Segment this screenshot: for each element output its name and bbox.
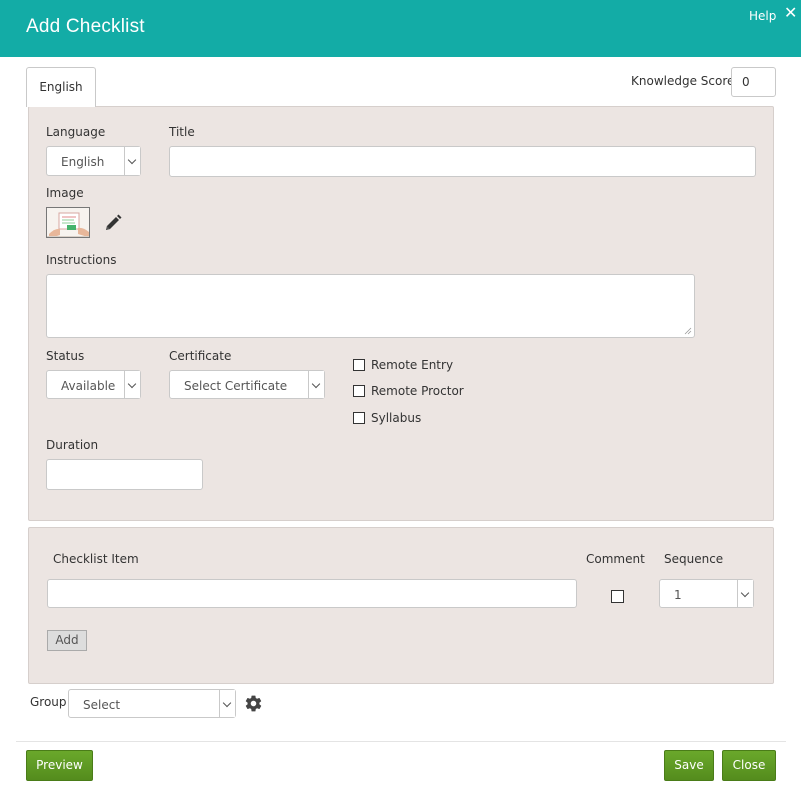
language-label: Language — [46, 125, 106, 139]
title-label: Title — [169, 125, 195, 139]
certificate-value: Select Certificate — [184, 379, 288, 393]
language-value: English — [61, 155, 105, 169]
add-item-button[interactable]: Add — [47, 630, 87, 651]
status-label: Status — [46, 349, 85, 363]
chevron-down-icon — [219, 690, 235, 717]
syllabus-label: Syllabus — [371, 411, 422, 425]
image-label: Image — [46, 186, 84, 200]
checklist-item-header: Checklist Item — [53, 552, 139, 566]
dialog-title: Add Checklist — [26, 16, 145, 37]
tab-english[interactable]: English — [26, 67, 96, 107]
close-icon[interactable]: ✕ — [784, 4, 797, 22]
remote-entry-checkbox[interactable] — [353, 359, 365, 371]
chevron-down-icon — [124, 147, 140, 175]
checklist-item-input[interactable] — [47, 579, 577, 608]
group-label: Group — [30, 695, 67, 709]
knowledge-score-input[interactable] — [731, 67, 776, 97]
checklist-image-thumbnail[interactable] — [46, 207, 90, 238]
remote-entry-label: Remote Entry — [371, 358, 454, 372]
remote-proctor-label: Remote Proctor — [371, 384, 464, 398]
gear-icon[interactable] — [244, 694, 263, 713]
language-select[interactable]: English — [46, 146, 141, 176]
instructions-label: Instructions — [46, 253, 117, 267]
sequence-select[interactable]: 1 — [659, 579, 754, 608]
chevron-down-icon — [308, 371, 324, 398]
comment-header: Comment — [586, 552, 645, 566]
save-button[interactable]: Save — [664, 750, 714, 781]
preview-button[interactable]: Preview — [26, 750, 93, 781]
group-select[interactable]: Select — [68, 689, 236, 718]
clipboard-image — [47, 208, 89, 237]
title-input[interactable] — [169, 146, 756, 177]
close-button[interactable]: Close — [722, 750, 776, 781]
certificate-label: Certificate — [169, 349, 232, 363]
dialog-header: Add Checklist Help ✕ — [0, 0, 801, 57]
help-link[interactable]: Help — [749, 9, 776, 23]
remote-proctor-checkbox[interactable] — [353, 385, 365, 397]
instructions-textarea[interactable] — [46, 274, 695, 338]
duration-input[interactable] — [46, 459, 203, 490]
comment-checkbox[interactable] — [611, 590, 624, 603]
knowledge-score-label: Knowledge Score — [631, 74, 735, 88]
pencil-icon[interactable] — [103, 213, 123, 233]
sequence-header: Sequence — [664, 552, 724, 566]
tab-label: English — [39, 80, 83, 94]
duration-label: Duration — [46, 438, 99, 452]
syllabus-checkbox[interactable] — [353, 412, 365, 424]
status-select[interactable]: Available — [46, 370, 141, 399]
footer-divider — [16, 741, 786, 742]
chevron-down-icon — [737, 580, 753, 607]
group-value: Select — [83, 698, 121, 712]
certificate-select[interactable]: Select Certificate — [169, 370, 325, 399]
chevron-down-icon — [124, 371, 140, 398]
sequence-value: 1 — [674, 588, 682, 602]
status-value: Available — [61, 379, 116, 393]
resize-handle-icon[interactable] — [684, 327, 692, 335]
